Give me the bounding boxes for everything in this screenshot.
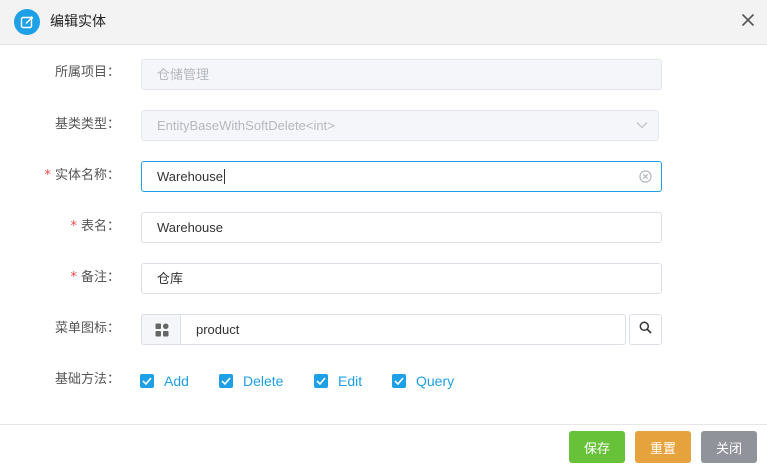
table-name-label: * 表名： bbox=[70, 219, 120, 234]
checkbox-add[interactable]: Add bbox=[140, 372, 189, 390]
icon-search-button[interactable] bbox=[629, 314, 662, 345]
menu-icon-label: 菜单图标： bbox=[54, 321, 120, 336]
dialog-footer: 保存 重置 关闭 bbox=[0, 424, 767, 469]
base-type-value: EntityBaseWithSoftDelete<int> bbox=[157, 118, 335, 133]
remark-input[interactable]: 仓库 bbox=[141, 263, 662, 294]
project-value: 仓储管理 bbox=[157, 67, 210, 82]
text-caret bbox=[224, 169, 225, 184]
check-icon bbox=[140, 374, 154, 388]
dialog-title: 编辑实体 bbox=[50, 14, 106, 30]
required-mark: * bbox=[70, 219, 77, 234]
checkbox-query[interactable]: Query bbox=[392, 372, 454, 390]
check-icon bbox=[219, 374, 233, 388]
required-mark: * bbox=[70, 270, 77, 285]
entity-name-value: Warehouse bbox=[157, 169, 223, 184]
remark-label: * 备注： bbox=[70, 270, 120, 285]
base-type-select: EntityBaseWithSoftDelete<int> bbox=[141, 110, 659, 141]
grid-icon bbox=[141, 314, 181, 345]
clear-circle-icon[interactable] bbox=[638, 169, 652, 183]
chevron-down-icon bbox=[635, 118, 649, 132]
reset-button[interactable]: 重置 bbox=[635, 431, 691, 463]
checkbox-label: Edit bbox=[338, 373, 363, 389]
project-label: 所属项目： bbox=[54, 65, 120, 80]
close-icon[interactable] bbox=[738, 10, 758, 30]
save-button[interactable]: 保存 bbox=[569, 431, 625, 463]
search-icon bbox=[639, 321, 652, 338]
base-type-label: 基类类型： bbox=[54, 117, 120, 132]
check-icon bbox=[392, 374, 406, 388]
edit-icon bbox=[14, 9, 40, 35]
check-icon bbox=[314, 374, 328, 388]
checkbox-delete[interactable]: Delete bbox=[219, 372, 283, 390]
close-button[interactable]: 关闭 bbox=[701, 431, 757, 463]
menu-icon-value: product bbox=[196, 322, 240, 337]
table-name-value: Warehouse bbox=[157, 220, 223, 235]
dialog-header: 编辑实体 bbox=[0, 0, 767, 45]
checkbox-label: Add bbox=[164, 373, 189, 389]
table-name-input[interactable]: Warehouse bbox=[141, 212, 662, 243]
entity-name-input[interactable]: Warehouse bbox=[141, 161, 662, 192]
base-methods-label: 基础方法： bbox=[54, 372, 120, 387]
checkbox-edit[interactable]: Edit bbox=[314, 372, 362, 390]
entity-name-label: * 实体名称： bbox=[44, 168, 120, 183]
required-mark: * bbox=[44, 168, 51, 183]
checkbox-label: Delete bbox=[243, 373, 284, 389]
remark-value: 仓库 bbox=[157, 271, 184, 286]
checkbox-label: Query bbox=[416, 373, 455, 389]
project-field: 仓储管理 bbox=[141, 59, 662, 90]
menu-icon-input[interactable]: product bbox=[180, 314, 626, 345]
